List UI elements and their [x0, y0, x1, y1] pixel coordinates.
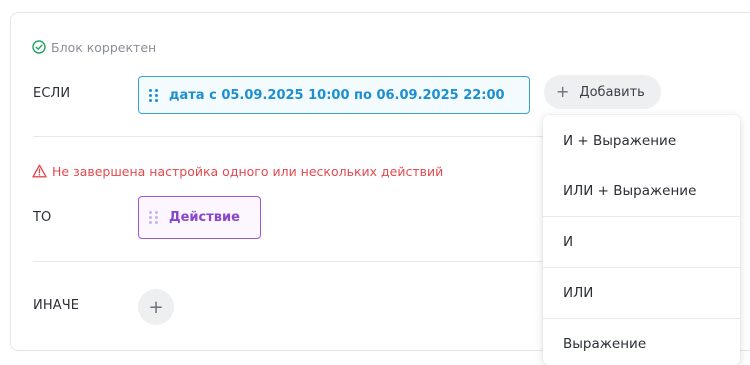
block-status-warning: Не завершена настройка одного или нескол…	[32, 162, 443, 180]
if-label: ЕСЛИ	[33, 86, 71, 101]
add-button-label: Добавить	[579, 84, 645, 100]
action-text: Действие	[169, 210, 240, 225]
menu-item-expression[interactable]: Выражение	[543, 319, 740, 365]
menu-item-or[interactable]: ИЛИ	[543, 268, 740, 318]
block-status-ok-text: Блок корректен	[51, 39, 157, 55]
condition-text: дата с 05.09.2025 10:00 по 06.09.2025 22…	[169, 87, 505, 103]
else-label: ИНАЧЕ	[33, 298, 80, 313]
plus-icon: +	[556, 82, 570, 101]
drag-handle-icon[interactable]	[149, 211, 158, 224]
block-status-warning-text: Не завершена настройка одного или нескол…	[52, 163, 444, 179]
menu-item-and[interactable]: И	[543, 217, 740, 267]
menu-item-or-expression[interactable]: ИЛИ + Выражение	[543, 166, 740, 216]
block-status-ok: Блок корректен	[32, 38, 156, 56]
warning-triangle-icon	[32, 164, 47, 178]
check-circle-icon	[32, 40, 46, 54]
add-menu-dropdown: И + Выражение ИЛИ + Выражение И ИЛИ Выра…	[543, 115, 740, 365]
action-chip[interactable]: Действие	[138, 196, 261, 239]
then-label: ТО	[33, 210, 52, 225]
add-else-button[interactable]: +	[138, 289, 174, 325]
drag-handle-icon[interactable]	[149, 88, 158, 102]
plus-icon: +	[148, 296, 164, 318]
menu-item-and-expression[interactable]: И + Выражение	[543, 115, 740, 166]
add-condition-button[interactable]: + Добавить	[544, 75, 661, 109]
condition-chip[interactable]: дата с 05.09.2025 10:00 по 06.09.2025 22…	[138, 76, 530, 114]
